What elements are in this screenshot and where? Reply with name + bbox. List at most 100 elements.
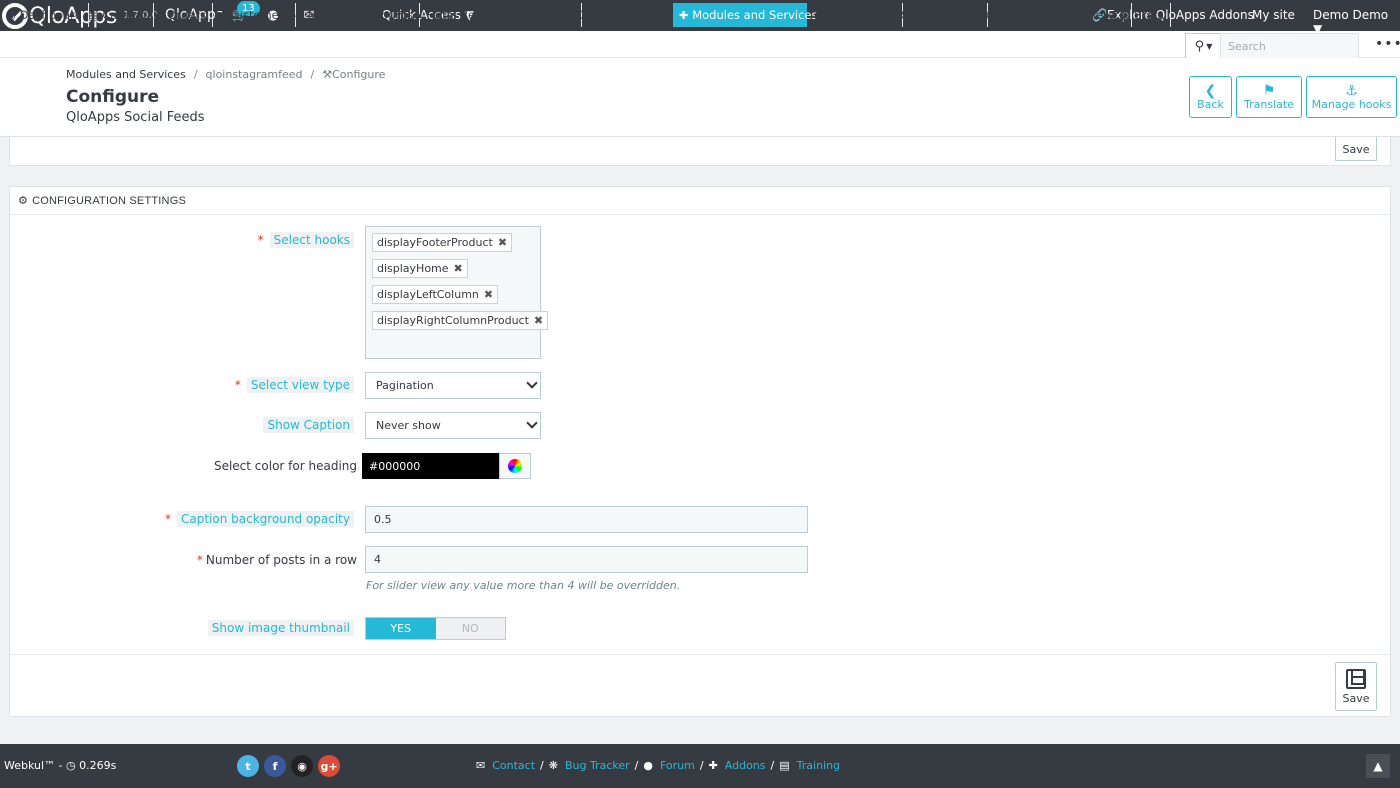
hook-tag-label: displayRightColumnProduct [377, 314, 529, 327]
menu-item-dashboard[interactable]: ◉ Dashboard [0, 3, 90, 27]
envelope-icon: ✉ [476, 759, 486, 772]
menu-item-modules-and-services[interactable]: ✚ Modules and Services [673, 3, 817, 27]
hook-tag: displayFooterProduct ✖ [372, 233, 513, 252]
footer-load-time: 0.269s [79, 759, 117, 772]
hook-tag-label: displayHome [377, 262, 449, 275]
footer-link-forum[interactable]: Forum [660, 759, 695, 772]
manage-hooks-label: Manage hooks [1311, 97, 1392, 111]
page-header: Modules and Services / qloinstagramfeed … [0, 58, 1400, 137]
footer-links: ✉ Contact / ❋ Bug Tracker / ● Forum / ✚ Addons /… [476, 759, 840, 772]
my-site-link[interactable]: My site [1252, 8, 1295, 22]
chevron-down-icon [526, 417, 538, 429]
manage-hooks-button[interactable]: ⚓ Manage hooks [1306, 76, 1397, 118]
dashboard-icon: ◉ [6, 8, 16, 22]
image-thumbnail-switch[interactable]: YES NO [365, 617, 506, 640]
flag-icon: ⚑ [1262, 82, 1276, 99]
more-menu-icon[interactable]: ••• [1375, 36, 1400, 52]
search-type-button[interactable]: ⚲ ▼ [1185, 33, 1221, 59]
breadcrumb-item[interactable]: Modules and Services [66, 68, 186, 81]
view-type-select[interactable]: Pagination [365, 372, 541, 399]
book-icon: ▤ [779, 759, 790, 772]
footer-link-addons[interactable]: Addons [725, 759, 766, 772]
tags-icon: ◆ [295, 8, 304, 22]
menu-item-channel-manager[interactable]: ↻ Channel Manager [559, 3, 687, 27]
breadcrumb-current-label: Configure [332, 68, 386, 81]
menu-label: Hotel Reservation System [426, 8, 576, 22]
back-button[interactable]: ❮ Back [1189, 76, 1232, 118]
menu-item-manage-discounts[interactable]: ◆ Manage Discounts [289, 3, 421, 27]
credit-card-icon: ▣ [153, 8, 164, 22]
arrow-up-icon: ▲ [1373, 759, 1383, 773]
show-caption-label-text[interactable]: Show Caption [263, 417, 354, 433]
hook-tag-label: displayFooterProduct [377, 236, 493, 249]
menu-item-customers[interactable]: ● Customers [208, 3, 297, 27]
menu-item-hotel-reservation-system[interactable]: ▬ Hotel Reservation System [406, 3, 583, 27]
facebook-icon[interactable]: f [264, 755, 286, 777]
menu-item-localization[interactable]: ● Localization [808, 3, 903, 27]
menu-label: Channel Manager [578, 8, 680, 22]
save-button-top[interactable]: Save [1335, 137, 1377, 161]
previous-panel [9, 137, 1391, 166]
show-caption-select[interactable]: Never show [365, 412, 541, 439]
hook-tag: displayHome ✖ [372, 259, 468, 278]
bar-chart-icon: ▩ [1120, 8, 1131, 22]
cogs-icon: ⚙ [985, 8, 995, 22]
chevron-down-icon [526, 377, 538, 389]
puzzle-icon: ✚ [679, 8, 689, 22]
cogs-icon: ⚙ [18, 195, 29, 207]
remove-tag-icon[interactable]: ✖ [484, 288, 493, 301]
globe-icon: ● [814, 8, 824, 22]
footer-link-training[interactable]: Training [797, 759, 840, 772]
save-button[interactable]: Save [1335, 662, 1377, 711]
wrench-icon: ⚒ [899, 8, 909, 22]
twitter-icon[interactable]: t [237, 755, 259, 777]
menu-item-stats[interactable]: ▩ Stats [1114, 3, 1171, 27]
posts-per-row-input[interactable]: 4 [365, 546, 808, 573]
footer-link-bug-tracker[interactable]: Bug Tracker [565, 759, 630, 772]
caption-opacity-input[interactable]: 0.5 [365, 506, 808, 533]
menu-label: Customers [227, 8, 290, 22]
menu-label: Manage Discounts [307, 8, 414, 22]
select-hooks-label: * Select hooks [258, 232, 354, 248]
google-plus-icon[interactable]: g+ [318, 755, 340, 777]
search-input[interactable] [1220, 33, 1359, 59]
image-thumbnail-label: Show image thumbnail [207, 620, 354, 636]
caption-opacity-label-text[interactable]: Caption background opacity [177, 511, 354, 527]
remove-tag-icon[interactable]: ✖ [498, 236, 507, 249]
page-subtitle: QloApps Social Feeds [66, 110, 205, 125]
menu-item-catalog[interactable]: ▤ Catalog [82, 3, 154, 27]
menu-item-preferences[interactable]: ⚒ Preferences [893, 3, 988, 27]
remove-tag-icon[interactable]: ✖ [454, 262, 463, 275]
page-footer: Webkul™ - ◷ 0.269s t f ◉ g+ ✉ Contact / ❋ B… [0, 744, 1400, 788]
remove-tag-icon[interactable]: ✖ [534, 314, 543, 327]
switch-no[interactable]: NO [436, 618, 506, 639]
required-marker: * [234, 378, 241, 392]
color-picker-button[interactable] [499, 453, 531, 479]
search-icon: ⚲ [1194, 38, 1205, 54]
caret-down-icon: ▼ [1206, 41, 1213, 51]
translate-button[interactable]: ⚑ Translate [1236, 76, 1302, 118]
breadcrumb-item-current: ⚒Configure [322, 68, 385, 81]
caption-opacity-label: * Caption background opacity [165, 511, 354, 527]
select-hooks-label-text[interactable]: Select hooks [269, 232, 354, 248]
show-caption-label: Show Caption [263, 417, 354, 433]
image-thumbnail-label-text[interactable]: Show image thumbnail [207, 620, 354, 636]
puzzle-icon: ✚ [708, 759, 718, 772]
breadcrumb-item[interactable]: qloinstagramfeed [206, 68, 303, 81]
scroll-to-top-button[interactable]: ▲ [1366, 754, 1390, 778]
posts-per-row-label-text: Number of posts in a row [205, 553, 357, 567]
github-icon[interactable]: ◉ [291, 755, 313, 777]
heading-color-input[interactable]: #000000 [362, 453, 499, 479]
menu-item-orders[interactable]: ▣ Orders [147, 3, 214, 27]
required-marker: * [165, 512, 171, 526]
view-type-label-text[interactable]: Select view type [246, 377, 354, 393]
show-caption-value: Never show [376, 419, 441, 432]
hook-tag-label: displayLeftColumn [377, 288, 479, 301]
menu-item-advanced-parameters[interactable]: ⚙ Advanced Parameters [979, 3, 1133, 27]
view-type-label: * Select view type [234, 377, 354, 393]
bed-icon: ▬ [412, 8, 423, 22]
hooks-multiselect[interactable]: displayFooterProduct ✖ displayHome ✖ displ… [365, 226, 549, 359]
posts-per-row-label: * Number of posts in a row [197, 553, 357, 567]
switch-yes[interactable]: YES [366, 618, 436, 639]
footer-link-contact[interactable]: Contact [492, 759, 535, 772]
